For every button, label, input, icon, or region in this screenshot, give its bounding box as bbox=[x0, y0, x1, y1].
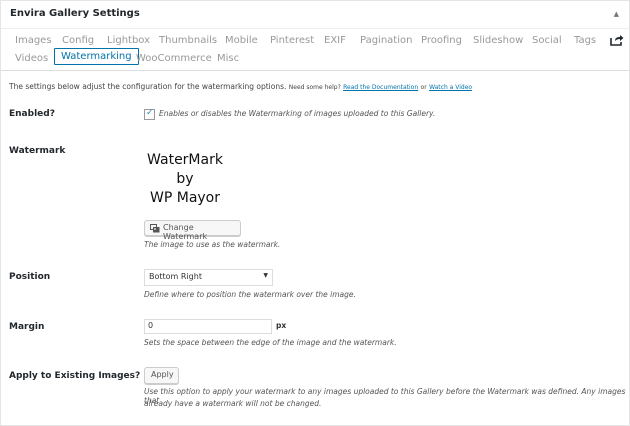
watermark-label: Watermark bbox=[9, 146, 66, 156]
tab-pinterest[interactable]: Pinterest bbox=[270, 35, 314, 46]
apply-label: Apply to Existing Images? bbox=[9, 371, 141, 381]
margin-label: Margin bbox=[9, 322, 45, 332]
tab-exif[interactable]: EXIF bbox=[324, 35, 346, 46]
share-icon[interactable] bbox=[610, 34, 624, 46]
apply-button-label: Apply bbox=[151, 370, 174, 379]
media-icon bbox=[150, 224, 160, 233]
intro-text: The settings below adjust the configurat… bbox=[9, 82, 472, 91]
tab-misc[interactable]: Misc bbox=[217, 53, 239, 64]
position-selected-value: Bottom Right bbox=[149, 272, 202, 281]
help-text: Need some help? bbox=[288, 84, 341, 91]
apply-button[interactable]: Apply bbox=[144, 367, 179, 384]
panel-title: Envira Gallery Settings bbox=[10, 8, 140, 19]
tab-slideshow[interactable]: Slideshow bbox=[473, 35, 523, 46]
position-description: Define where to position the watermark o… bbox=[144, 290, 356, 299]
tab-videos[interactable]: Videos bbox=[15, 53, 48, 64]
gallery-settings-panel: Envira Gallery Settings ▲ Images Config … bbox=[0, 0, 630, 426]
change-watermark-label: Change Watermark bbox=[163, 223, 208, 241]
position-select[interactable]: Bottom Right ▼ bbox=[144, 269, 273, 286]
position-label: Position bbox=[9, 272, 51, 282]
margin-unit: px bbox=[276, 321, 287, 330]
settings-tabs: Images Config Lightbox Thumbnails Mobile… bbox=[1, 30, 629, 71]
margin-value: 0 bbox=[148, 321, 154, 330]
tab-lightbox[interactable]: Lightbox bbox=[107, 35, 150, 46]
tab-config[interactable]: Config bbox=[62, 35, 94, 46]
video-link[interactable]: Watch a Video bbox=[429, 84, 472, 91]
watermark-line: by bbox=[176, 171, 194, 187]
watermark-line: WP Mayor bbox=[150, 190, 220, 206]
documentation-link[interactable]: Read the Documentation bbox=[343, 84, 418, 91]
enabled-label: Enabled? bbox=[9, 109, 55, 119]
margin-description: Sets the space between the edge of the i… bbox=[144, 338, 397, 347]
tab-woocommerce[interactable]: WooCommerce bbox=[136, 53, 212, 64]
watermark-description: The image to use as the watermark. bbox=[144, 240, 281, 249]
panel-header: Envira Gallery Settings ▲ bbox=[1, 1, 629, 29]
apply-description-line2: already have a watermark will not be cha… bbox=[144, 399, 322, 408]
margin-input[interactable]: 0 bbox=[144, 319, 272, 334]
tab-tags[interactable]: Tags bbox=[574, 35, 596, 46]
change-watermark-button[interactable]: Change Watermark bbox=[144, 220, 241, 241]
dropdown-arrow-icon: ▼ bbox=[263, 272, 268, 279]
tab-proofing[interactable]: Proofing bbox=[421, 35, 462, 46]
enabled-description: Enables or disables the Watermarking of … bbox=[159, 109, 436, 118]
checkmark-icon: ✓ bbox=[146, 108, 154, 118]
tab-pagination[interactable]: Pagination bbox=[360, 35, 412, 46]
intro-description: The settings below adjust the configurat… bbox=[9, 82, 287, 91]
tab-watermarking[interactable]: Watermarking bbox=[54, 48, 139, 65]
tab-social[interactable]: Social bbox=[532, 35, 562, 46]
watermark-line: WaterMark bbox=[147, 152, 223, 168]
or-text: or bbox=[420, 84, 427, 91]
tab-images[interactable]: Images bbox=[15, 35, 52, 46]
triangle-up-icon[interactable]: ▲ bbox=[614, 10, 619, 18]
watermark-image: WaterMark by WP Mayor bbox=[145, 151, 225, 208]
enabled-checkbox[interactable]: ✓ bbox=[144, 108, 155, 120]
tab-mobile[interactable]: Mobile bbox=[225, 35, 258, 46]
tab-thumbnails[interactable]: Thumbnails bbox=[159, 35, 217, 46]
